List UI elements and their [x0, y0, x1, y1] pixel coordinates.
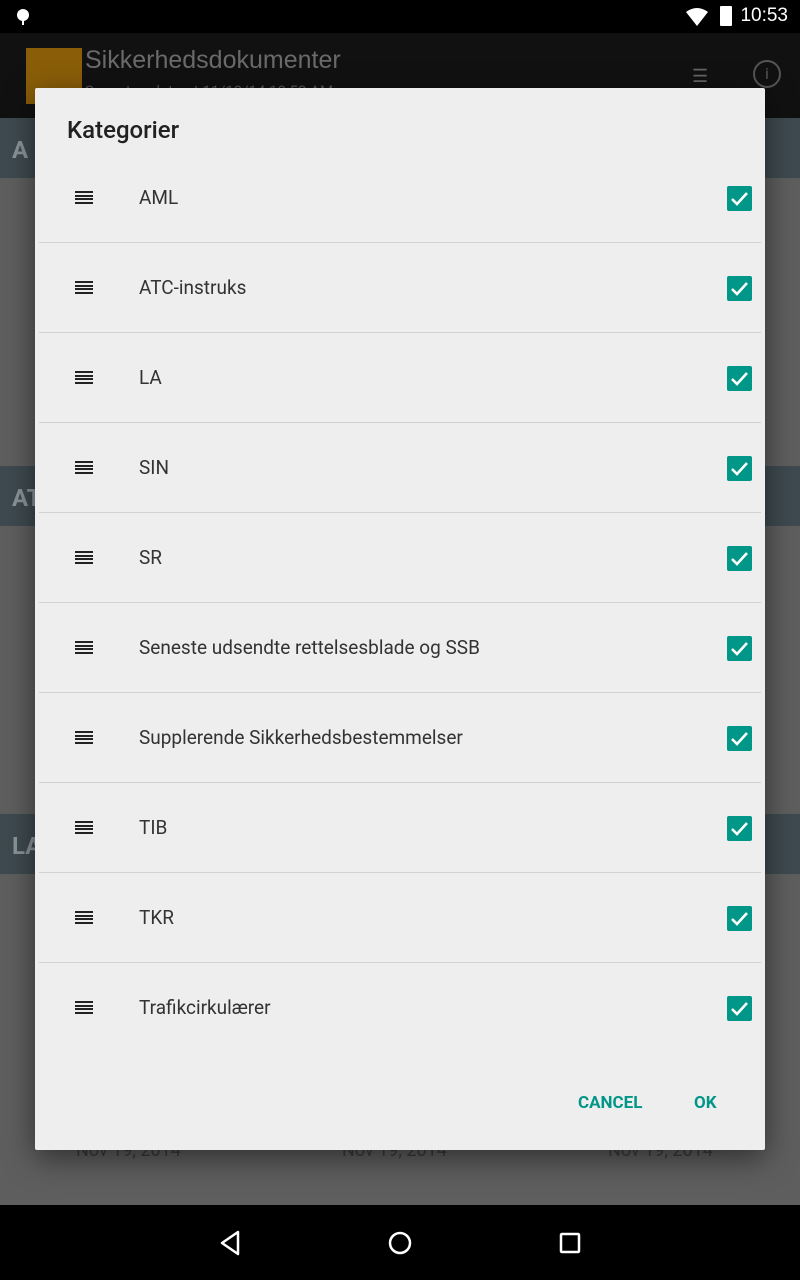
category-item[interactable]: Seneste udsendte rettelsesblade og SSB: [39, 603, 761, 693]
list-icon: [75, 191, 93, 205]
list-icon: [75, 461, 93, 475]
checkbox-checked[interactable]: [727, 996, 752, 1021]
checkbox-checked[interactable]: [727, 546, 752, 571]
list-icon: [75, 731, 93, 745]
checkbox-checked[interactable]: [727, 366, 752, 391]
category-item[interactable]: LA: [39, 333, 761, 423]
checkbox-checked[interactable]: [727, 636, 752, 661]
list-icon: [75, 281, 93, 295]
category-item[interactable]: TIB: [39, 783, 761, 873]
list-icon: [75, 641, 93, 655]
checkbox-checked[interactable]: [727, 186, 752, 211]
list-icon: [75, 371, 93, 385]
recents-icon[interactable]: [554, 1227, 586, 1259]
category-label: TIB: [139, 816, 168, 839]
clock: 10:53: [740, 5, 788, 26]
wifi-icon: [686, 8, 708, 26]
checkbox-checked[interactable]: [727, 456, 752, 481]
category-label: TKR: [139, 906, 174, 929]
category-item[interactable]: ATC-instruks: [39, 243, 761, 333]
category-label: SR: [139, 546, 162, 569]
category-label: ATC-instruks: [139, 276, 247, 299]
battery-charging-icon: [720, 6, 732, 26]
list-icon: [75, 821, 93, 835]
list-icon: [75, 551, 93, 565]
back-icon[interactable]: [214, 1227, 246, 1259]
category-item[interactable]: TKR: [39, 873, 761, 963]
category-item[interactable]: Trafikcirkulærer: [39, 963, 761, 1053]
android-debug-icon: [17, 9, 29, 25]
navigation-bar: [0, 1205, 800, 1280]
checkbox-checked[interactable]: [727, 906, 752, 931]
checkbox-checked[interactable]: [727, 726, 752, 751]
dialog-title: Kategorier: [67, 116, 180, 144]
list-icon: [75, 911, 93, 925]
category-label: AML: [139, 186, 179, 209]
category-item[interactable]: SR: [39, 513, 761, 603]
list-icon[interactable]: ☰: [692, 66, 708, 87]
category-label: Supplerende Sikkerhedsbestemmelser: [139, 726, 463, 749]
app-title: Sikkerhedsdokumenter: [85, 46, 341, 74]
category-list: AML ATC-instruks LA SIN SR Seneste udsen…: [39, 153, 761, 1053]
list-icon: [75, 1001, 93, 1015]
category-item[interactable]: Supplerende Sikkerhedsbestemmelser: [39, 693, 761, 783]
info-icon[interactable]: i: [753, 60, 781, 88]
category-label: Trafikcirkulærer: [139, 996, 271, 1019]
ok-button[interactable]: OK: [694, 1093, 717, 1113]
status-bar: 10:53: [0, 0, 800, 33]
category-label: SIN: [139, 456, 170, 479]
category-label: Seneste udsendte rettelsesblade og SSB: [139, 636, 480, 659]
categories-dialog: Kategorier AML ATC-instruks LA SIN SR Se…: [35, 88, 765, 1150]
cancel-button[interactable]: Cancel: [578, 1093, 642, 1113]
home-icon[interactable]: [384, 1227, 416, 1259]
category-item[interactable]: SIN: [39, 423, 761, 513]
category-label: LA: [139, 366, 162, 389]
category-item[interactable]: AML: [39, 153, 761, 243]
checkbox-checked[interactable]: [727, 276, 752, 301]
checkbox-checked[interactable]: [727, 816, 752, 841]
